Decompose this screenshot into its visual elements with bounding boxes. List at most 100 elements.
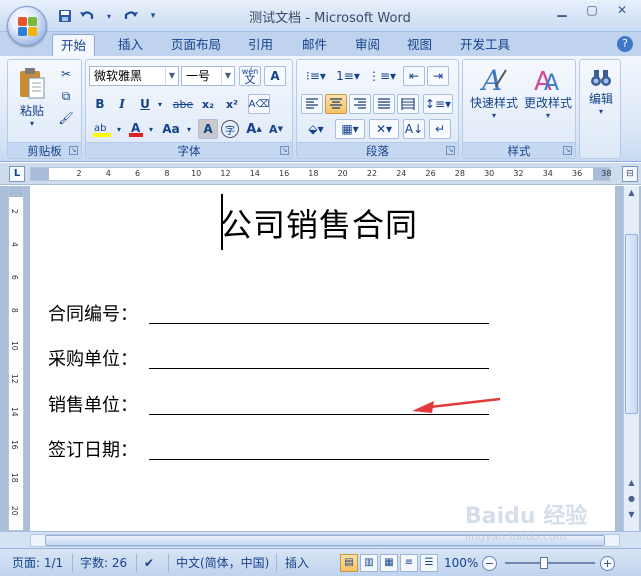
align-right-icon[interactable]: [349, 94, 371, 114]
sort-icon[interactable]: A↓: [403, 119, 425, 139]
tab-home[interactable]: 开始: [52, 34, 96, 56]
shading-icon[interactable]: ⬙▾: [301, 119, 331, 139]
document-title[interactable]: 公司销售合同: [220, 200, 418, 246]
tab-mailings[interactable]: 邮件: [294, 34, 335, 56]
line-spacing-icon[interactable]: ↕≡▾: [423, 94, 453, 114]
paste-button[interactable]: 粘贴 ▾: [14, 66, 50, 128]
underline-button[interactable]: U: [135, 94, 155, 114]
outline-icon[interactable]: ≡: [400, 554, 418, 572]
zoom-slider-track[interactable]: [505, 562, 595, 564]
maximize-icon[interactable]: ▢: [577, 0, 607, 20]
increase-indent-icon[interactable]: ⇥: [427, 66, 449, 86]
font-name-combo[interactable]: 微软雅黑 ▼: [89, 66, 179, 86]
office-button[interactable]: [7, 6, 47, 46]
borders-icon[interactable]: ▦▾: [335, 119, 365, 139]
customize-qat-icon[interactable]: ▾: [144, 7, 162, 25]
minimize-icon[interactable]: ▁: [547, 0, 577, 20]
previous-page-icon[interactable]: ▲: [625, 478, 638, 492]
view-ruler-icon[interactable]: ⊟: [622, 166, 638, 182]
cut-icon[interactable]: ✂: [56, 64, 76, 84]
enclose-characters-button[interactable]: 字: [221, 120, 239, 138]
vertical-ruler[interactable]: 2 4 6 8 10 12 14 16 18 20: [8, 186, 24, 531]
language[interactable]: 中文(简体，中国): [176, 554, 269, 572]
clear-formatting-icon[interactable]: A⌫: [248, 94, 270, 114]
justify-icon[interactable]: [373, 94, 395, 114]
underline-dropdown-icon[interactable]: ▾: [155, 94, 165, 114]
numbering-icon[interactable]: 1≡▾: [333, 66, 363, 86]
zoom-slider-thumb[interactable]: [540, 557, 548, 569]
zoom-in-icon[interactable]: +: [600, 556, 615, 571]
editing-dropdown-icon[interactable]: ▾: [599, 107, 603, 116]
bold-button[interactable]: B: [90, 94, 110, 114]
paragraph-launcher-icon[interactable]: ↘: [446, 146, 455, 155]
save-icon[interactable]: [56, 7, 74, 25]
bullets-icon[interactable]: ⁝≡▾: [301, 66, 331, 86]
chevron-down-icon[interactable]: ▼: [165, 67, 178, 85]
styles-launcher-icon[interactable]: ↘: [563, 146, 572, 155]
align-center-icon[interactable]: [325, 94, 347, 114]
grow-font-button[interactable]: A ▲: [244, 119, 264, 139]
font-launcher-icon[interactable]: ↘: [280, 146, 289, 155]
draft-icon[interactable]: ☰: [420, 554, 438, 572]
chevron-down-icon[interactable]: ▼: [221, 67, 234, 85]
align-left-icon[interactable]: [301, 94, 323, 114]
field-sign-date[interactable]: 签订日期：: [48, 434, 518, 462]
quick-styles-dropdown-icon[interactable]: ▾: [492, 111, 496, 120]
character-border-button[interactable]: A: [264, 66, 286, 86]
full-screen-reading-icon[interactable]: ▥: [360, 554, 378, 572]
web-layout-icon[interactable]: ▦: [380, 554, 398, 572]
vertical-scrollbar[interactable]: ▲ ▲ ● ▼: [623, 186, 639, 531]
proofing-icon[interactable]: ✔: [144, 554, 154, 572]
change-case-dropdown-icon[interactable]: ▾: [184, 119, 194, 139]
change-styles-button[interactable]: AA 更改样式 ▾: [521, 64, 575, 120]
distributed-icon[interactable]: [397, 94, 419, 114]
tab-page-layout[interactable]: 页面布局: [163, 34, 229, 56]
clipboard-launcher-icon[interactable]: ↘: [69, 146, 78, 155]
font-size-combo[interactable]: 一号 ▼: [181, 66, 235, 86]
show-hide-marks-icon[interactable]: ↵: [429, 119, 451, 139]
word-count[interactable]: 字数: 26: [80, 554, 127, 572]
field-purchaser[interactable]: 采购单位：: [48, 343, 518, 371]
decrease-indent-icon[interactable]: ⇤: [403, 66, 425, 86]
copy-icon[interactable]: ⧉: [56, 86, 76, 106]
vertical-scroll-thumb[interactable]: [625, 234, 638, 414]
italic-button[interactable]: I: [112, 94, 132, 114]
help-icon[interactable]: ?: [617, 36, 633, 52]
quick-styles-button[interactable]: A 快速样式 ▾: [467, 64, 521, 120]
zoom-out-icon[interactable]: −: [482, 556, 497, 571]
character-shading-button[interactable]: A: [198, 119, 218, 139]
chinese-layout-icon[interactable]: ✕▾: [369, 119, 399, 139]
insert-mode[interactable]: 插入: [285, 554, 309, 572]
highlight-dropdown-icon[interactable]: ▾: [114, 119, 124, 139]
undo-icon[interactable]: [78, 7, 96, 25]
tab-references[interactable]: 引用: [240, 34, 281, 56]
font-color-button[interactable]: A: [126, 119, 146, 139]
scroll-up-icon[interactable]: ▲: [625, 188, 638, 202]
page-count[interactable]: 页面: 1/1: [12, 554, 63, 572]
zoom-level[interactable]: 100%: [444, 554, 478, 572]
tab-insert[interactable]: 插入: [110, 34, 151, 56]
subscript-button[interactable]: x₂: [197, 94, 219, 114]
tab-view[interactable]: 视图: [399, 34, 440, 56]
tab-selector-icon[interactable]: L: [9, 166, 25, 182]
strikethrough-button[interactable]: abe: [171, 94, 195, 114]
format-painter-icon[interactable]: 🖌: [56, 108, 76, 128]
print-layout-icon[interactable]: ▤: [340, 554, 358, 572]
undo-dropdown-icon[interactable]: ▾: [100, 7, 118, 25]
redo-icon[interactable]: [122, 7, 140, 25]
tab-review[interactable]: 审阅: [347, 34, 388, 56]
tab-developer[interactable]: 开发工具: [452, 34, 518, 56]
change-styles-dropdown-icon[interactable]: ▾: [546, 111, 550, 120]
close-icon[interactable]: ✕: [607, 0, 637, 20]
shrink-font-button[interactable]: A ▼: [266, 119, 286, 139]
multilevel-list-icon[interactable]: ⋮≡▾: [367, 66, 397, 86]
phonetic-guide-button[interactable]: wén 文: [239, 66, 261, 86]
field-contract-number[interactable]: 合同编号：: [48, 298, 518, 326]
font-color-dropdown-icon[interactable]: ▾: [146, 119, 156, 139]
document-page[interactable]: 公司销售合同 合同编号： 采购单位： 销售单位： 签订日期：: [30, 186, 615, 531]
editing-button[interactable]: 编辑 ▾: [582, 66, 620, 116]
superscript-button[interactable]: x²: [221, 94, 243, 114]
change-case-button[interactable]: Aa: [158, 119, 184, 139]
paste-dropdown-icon[interactable]: ▾: [30, 119, 34, 128]
horizontal-ruler[interactable]: 2 4 6 8 10 12 14 16 18 20 22 24 26 28 30 32 34 36 38: [30, 167, 611, 181]
